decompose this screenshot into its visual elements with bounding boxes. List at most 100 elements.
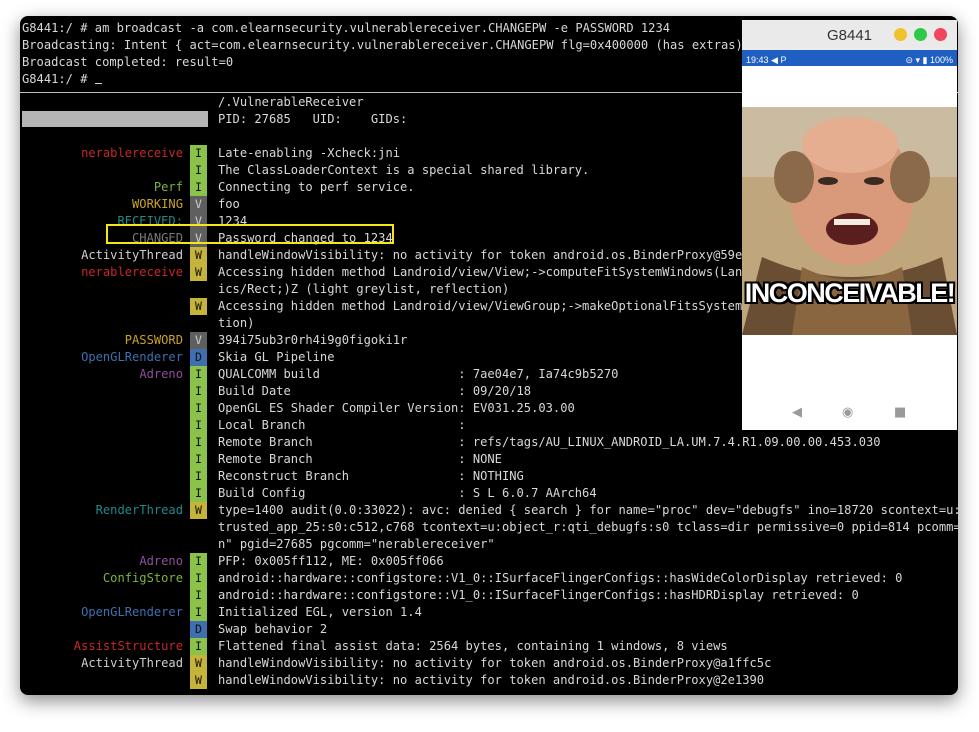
log-message: handleWindowVisibility: no activity for … bbox=[218, 248, 765, 262]
status-left: 19:43 ◀ P bbox=[746, 52, 786, 69]
log-level-badge: W bbox=[190, 247, 207, 264]
back-icon[interactable]: ◀ bbox=[792, 404, 802, 421]
recents-icon[interactable]: ■ bbox=[894, 404, 906, 421]
log-message: tion) bbox=[218, 316, 255, 330]
log-tag: AssistStructure bbox=[73, 639, 183, 653]
log-level-badge: W bbox=[190, 502, 207, 519]
log-level-badge: W bbox=[190, 298, 207, 315]
log-level-badge: I bbox=[190, 162, 207, 179]
log-level-badge: I bbox=[190, 417, 207, 434]
log-message: Initialized EGL, version 1.4 bbox=[218, 605, 422, 619]
log-message: foo bbox=[218, 197, 240, 211]
log-level-badge: I bbox=[190, 604, 207, 621]
log-level-badge: I bbox=[190, 145, 207, 162]
log-row: I Remote Branch : NONE bbox=[20, 451, 958, 468]
log-message: trusted_app_25:s0:c512,c768 tcontext=u:o… bbox=[218, 520, 958, 534]
log-message: handleWindowVisibility: no activity for … bbox=[218, 656, 772, 670]
log-tag: nerablereceive bbox=[81, 146, 183, 160]
log-message: PFP: 0x005ff112, ME: 0x005ff066 bbox=[218, 554, 444, 568]
log-tag: OpenGLRenderer bbox=[81, 605, 183, 619]
log-level-badge: W bbox=[190, 655, 207, 672]
log-row: WhandleWindowVisibility: no activity for… bbox=[20, 672, 958, 689]
log-level-badge: I bbox=[190, 366, 207, 383]
log-tag: ActivityThread bbox=[81, 656, 183, 670]
maximize-button[interactable] bbox=[914, 28, 927, 41]
log-row: AssistStructure I Flattened final assist d… bbox=[20, 638, 958, 655]
close-button[interactable] bbox=[934, 28, 947, 41]
log-message: handleWindowVisibility: no activity for … bbox=[218, 673, 765, 687]
broadcast-result-line: Broadcast completed: result=0 bbox=[22, 55, 234, 69]
log-tag: RenderThread bbox=[95, 503, 183, 517]
log-message: QUALCOMM build : 7ae04e7, Ia74c9b5270 bbox=[218, 367, 619, 381]
log-message: OpenGL ES Shader Compiler Version: EV031… bbox=[218, 401, 575, 415]
log-message: Swap behavior 2 bbox=[218, 622, 328, 636]
log-tag: ActivityThread bbox=[81, 248, 183, 262]
log-message: android::hardware::configstore::V1_0::IS… bbox=[218, 588, 859, 602]
status-icons-right: ⊝ ▾ ▮ 100% bbox=[905, 55, 953, 65]
meme-caption: INCONCEIVABLE! bbox=[744, 278, 956, 308]
log-level-badge: I bbox=[190, 434, 207, 451]
emulator-titlebar[interactable]: G8441 bbox=[742, 20, 957, 50]
emulator-window[interactable]: G8441 19:43 ◀ P ⊝ ▾ ▮ 100% INCONCEIVABLE… bbox=[742, 20, 957, 430]
log-row: Iandroid::hardware::configstore::V1_0::I… bbox=[20, 587, 958, 604]
shell-prompt[interactable]: G8441:/ # bbox=[22, 71, 102, 88]
log-level-badge: V bbox=[190, 196, 207, 213]
phone-status-bar: 19:43 ◀ P ⊝ ▾ ▮ 100% bbox=[742, 50, 957, 66]
log-level-badge: I bbox=[190, 468, 207, 485]
log-level-badge: D bbox=[190, 349, 207, 366]
log-tag: nerablereceive bbox=[81, 265, 183, 279]
log-row: trusted_app_25:s0:c512,c768 tcontext=u:o… bbox=[20, 519, 958, 536]
log-tag: PASSWORD bbox=[124, 333, 183, 347]
log-row: I Build Config : S L 6.0.7 AArch64 bbox=[20, 485, 958, 502]
status-icons-left: ◀ P bbox=[771, 55, 787, 65]
process-bar bbox=[22, 111, 208, 127]
log-row: D Swap behavior 2 bbox=[20, 621, 958, 638]
log-message: Reconstruct Branch : NOTHING bbox=[218, 469, 524, 483]
log-message: type=1400 audit(0.0:33022): avc: denied … bbox=[218, 503, 958, 517]
cursor bbox=[94, 71, 102, 84]
log-row: ActivityThread WhandleWindowVisibility: n… bbox=[20, 655, 958, 672]
phone-nav-bar: ◀ ◉ ■ bbox=[742, 402, 957, 428]
log-level-badge: I bbox=[190, 553, 207, 570]
log-message: ics/Rect;)Z (light greylist, reflection) bbox=[218, 282, 510, 296]
log-message: Remote Branch : refs/tags/AU_LINUX_ANDRO… bbox=[218, 435, 881, 449]
log-message: android::hardware::configstore::V1_0::IS… bbox=[218, 571, 903, 585]
log-message: Remote Branch : NONE bbox=[218, 452, 502, 466]
log-level-badge: I bbox=[190, 451, 207, 468]
minimize-button[interactable] bbox=[894, 28, 907, 41]
log-message: Connecting to perf service. bbox=[218, 180, 415, 194]
log-tag: Perf bbox=[153, 180, 183, 194]
terminal[interactable]: G8441:/ # am broadcast -a com.elearnsecu… bbox=[20, 16, 958, 695]
log-row: n" pgid=27685 pgcomm="nerablereceiver" bbox=[20, 536, 958, 553]
log-level-badge: I bbox=[190, 383, 207, 400]
log-tag: ConfigStore bbox=[102, 571, 183, 585]
terminal-window: G8441:/ # am broadcast -a com.elearnsecu… bbox=[20, 16, 958, 695]
log-level-badge: D bbox=[190, 621, 207, 638]
log-message: Build Date : 09/20/18 bbox=[218, 384, 532, 398]
log-row: Adreno I PFP: 0x005ff112, ME: 0x005ff066 bbox=[20, 553, 958, 570]
log-level-badge: I bbox=[190, 400, 207, 417]
log-row: I Reconstruct Branch : NOTHING bbox=[20, 468, 958, 485]
log-message: Skia GL Pipeline bbox=[218, 350, 335, 364]
log-level-badge: I bbox=[190, 638, 207, 655]
log-row: OpenGLRenderer I Initialized EGL, version … bbox=[20, 604, 958, 621]
log-row: I Remote Branch : refs/tags/AU_LINUX_ANDR… bbox=[20, 434, 958, 451]
log-message: 394i75ub3r0rh4i9g0figoki1r bbox=[218, 333, 408, 347]
log-row: RenderThread Wtype=1400 audit(0.0:33022):… bbox=[20, 502, 958, 519]
log-message: Build Config : S L 6.0.7 AArch64 bbox=[218, 486, 597, 500]
log-message: n" pgid=27685 pgcomm="nerablereceiver" bbox=[218, 537, 495, 551]
highlight-box bbox=[106, 224, 394, 244]
home-icon[interactable]: ◉ bbox=[842, 404, 853, 421]
log-level-badge: I bbox=[190, 179, 207, 196]
log-level-badge: W bbox=[190, 672, 207, 689]
log-level-badge: I bbox=[190, 587, 207, 604]
log-message: Late-enabling -Xcheck:jni bbox=[218, 146, 401, 160]
log-message: Local Branch : bbox=[218, 418, 466, 432]
log-tag: Adreno bbox=[139, 367, 183, 381]
meme-image: INCONCEIVABLE! bbox=[742, 107, 957, 335]
prompt-text: G8441:/ # bbox=[22, 72, 95, 86]
log-message: Accessing hidden method Landroid/view/Vi… bbox=[218, 265, 765, 279]
log-tag: Adreno bbox=[139, 554, 183, 568]
pid-line: PID: 27685 UID: GIDs: bbox=[218, 112, 408, 126]
command-line: G8441:/ # am broadcast -a com.elearnsecu… bbox=[22, 21, 671, 35]
